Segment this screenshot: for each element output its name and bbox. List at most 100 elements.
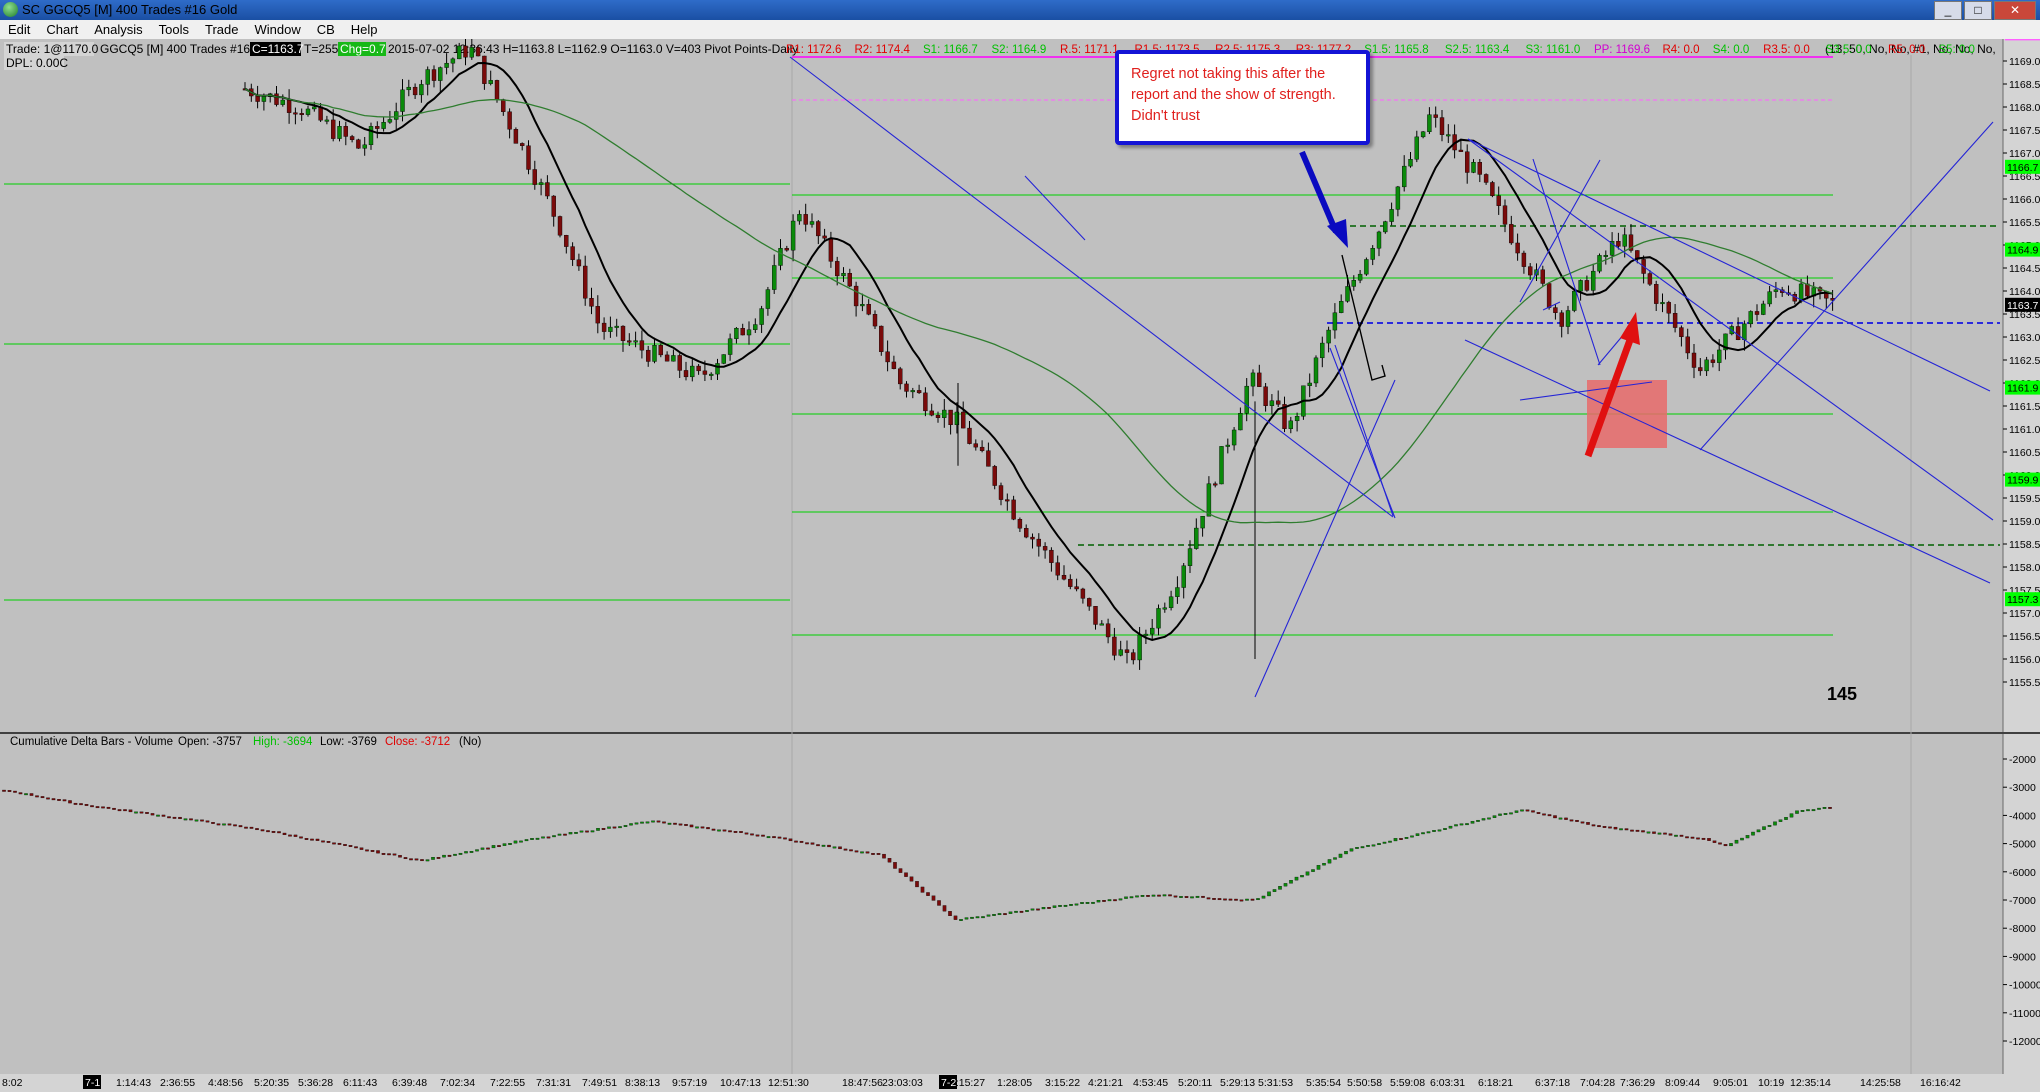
- delta-bar: [854, 850, 859, 853]
- menu-help[interactable]: Help: [343, 20, 386, 39]
- delta-bar: [315, 838, 320, 841]
- delta-bar: [722, 829, 727, 832]
- delta-bar: [788, 838, 793, 842]
- candle-body: [475, 47, 481, 57]
- delta-bar: [612, 826, 617, 829]
- menu-analysis[interactable]: Analysis: [86, 20, 150, 39]
- delta-bar: [112, 807, 116, 810]
- candle-body: [759, 308, 764, 325]
- candle-body: [1735, 326, 1741, 341]
- price-badge: 1166.7: [2007, 162, 2038, 174]
- candle-body: [570, 246, 575, 260]
- delta-bar: [57, 799, 61, 801]
- minimize-button[interactable]: _: [1934, 1, 1962, 20]
- candle-body: [1805, 283, 1810, 297]
- candle-body: [1471, 162, 1476, 173]
- candle-body: [1773, 289, 1779, 292]
- close-button[interactable]: ✕: [1994, 1, 2036, 20]
- time-label: 5:35:54: [1306, 1077, 1341, 1089]
- delta-bar: [1184, 896, 1189, 898]
- delta-bar: [343, 844, 347, 846]
- annotation-callout[interactable]: Regret not taking this after the report …: [1115, 50, 1370, 145]
- pivot-label-9: S2.5: 1163.4: [1445, 44, 1510, 56]
- delta-bar: [1432, 830, 1436, 832]
- candle-body: [1357, 273, 1363, 281]
- delta-bar: [1487, 817, 1491, 820]
- menu-tools[interactable]: Tools: [151, 20, 197, 39]
- candle-body: [1754, 311, 1760, 315]
- delta-bar: [1718, 842, 1722, 845]
- candle-body: [343, 126, 348, 137]
- delta-bar: [1173, 895, 1178, 898]
- candle-body: [1231, 429, 1237, 446]
- candle-body: [734, 328, 739, 339]
- candle-body: [1036, 538, 1042, 547]
- candle-body: [790, 220, 796, 251]
- delta-bar: [200, 819, 204, 822]
- delta-bar: [1454, 824, 1458, 827]
- candle-body: [494, 80, 500, 100]
- delta-bar: [13, 790, 17, 793]
- candle-body: [1181, 565, 1186, 588]
- delta-bar: [1723, 844, 1728, 847]
- delta-bar: [502, 843, 507, 846]
- candle-body: [1086, 598, 1092, 607]
- candle-body: [841, 273, 846, 277]
- candle-body: [715, 363, 720, 375]
- delta-bar: [1448, 825, 1453, 829]
- pivot-label-0: R1: 1172.6: [786, 44, 841, 56]
- candle-body: [286, 99, 292, 113]
- delta-high: High: -3694: [253, 736, 313, 748]
- delta-bar: [1080, 902, 1084, 904]
- delta-bar: [552, 835, 556, 838]
- price-tick-label: 1157.0: [2009, 608, 2040, 620]
- delta-bar: [1553, 815, 1557, 819]
- time-label: 10:19: [1758, 1077, 1784, 1089]
- delta-bar: [123, 809, 127, 812]
- menu-trade[interactable]: Trade: [197, 20, 246, 39]
- delta-bar: [1113, 899, 1117, 902]
- candle-body: [1590, 270, 1596, 291]
- delta-bar: [101, 806, 105, 809]
- menu-chart[interactable]: Chart: [38, 20, 86, 39]
- menu-edit[interactable]: Edit: [0, 20, 38, 39]
- menu-cb[interactable]: CB: [309, 20, 343, 39]
- delta-bar: [1437, 829, 1442, 832]
- candle-body: [375, 126, 380, 129]
- time-label: 3:15:22: [1045, 1077, 1080, 1089]
- candle-body: [1263, 386, 1268, 406]
- delta-bar: [1107, 899, 1112, 902]
- delta-bar: [167, 816, 171, 819]
- candle-body: [1338, 301, 1344, 313]
- delta-bar: [909, 876, 914, 882]
- delta-bar: [145, 812, 149, 814]
- delta-bar: [794, 840, 798, 843]
- candle-body: [1761, 303, 1766, 315]
- time-label: 8:09:44: [1665, 1077, 1700, 1089]
- delta-bar: [656, 820, 661, 823]
- delta-bar: [370, 850, 375, 852]
- delta-bar: [1668, 833, 1673, 836]
- chart-area[interactable]: Trade: 1@1170.0 GGCQ5 [M] 400 Trades #16 C…: [0, 39, 2040, 1092]
- maximize-button[interactable]: □: [1964, 1, 1992, 20]
- delta-bar: [1201, 895, 1205, 898]
- price-tick-label: 1168.0: [2009, 102, 2040, 114]
- pivot-label-11: PP: 1169.6: [1594, 44, 1650, 56]
- delta-bar: [172, 816, 177, 819]
- delta-bar: [1564, 817, 1568, 820]
- candle-body: [1483, 174, 1489, 183]
- delta-bar: [1327, 859, 1332, 864]
- candle-body: [337, 126, 342, 139]
- delta-tick-label: -8000: [2009, 923, 2036, 935]
- price-tick-label: 1164.0: [2009, 286, 2040, 298]
- delta-bar: [1558, 817, 1563, 820]
- menu-window[interactable]: Window: [246, 20, 308, 39]
- delta-bar: [1157, 894, 1161, 897]
- candle-body: [1553, 307, 1558, 313]
- delta-bar: [392, 853, 397, 856]
- delta-bar: [887, 858, 892, 863]
- delta-bar: [1415, 833, 1420, 836]
- delta-bar: [585, 830, 589, 833]
- time-label: 18:47:56: [842, 1077, 883, 1089]
- delta-bar: [700, 826, 705, 829]
